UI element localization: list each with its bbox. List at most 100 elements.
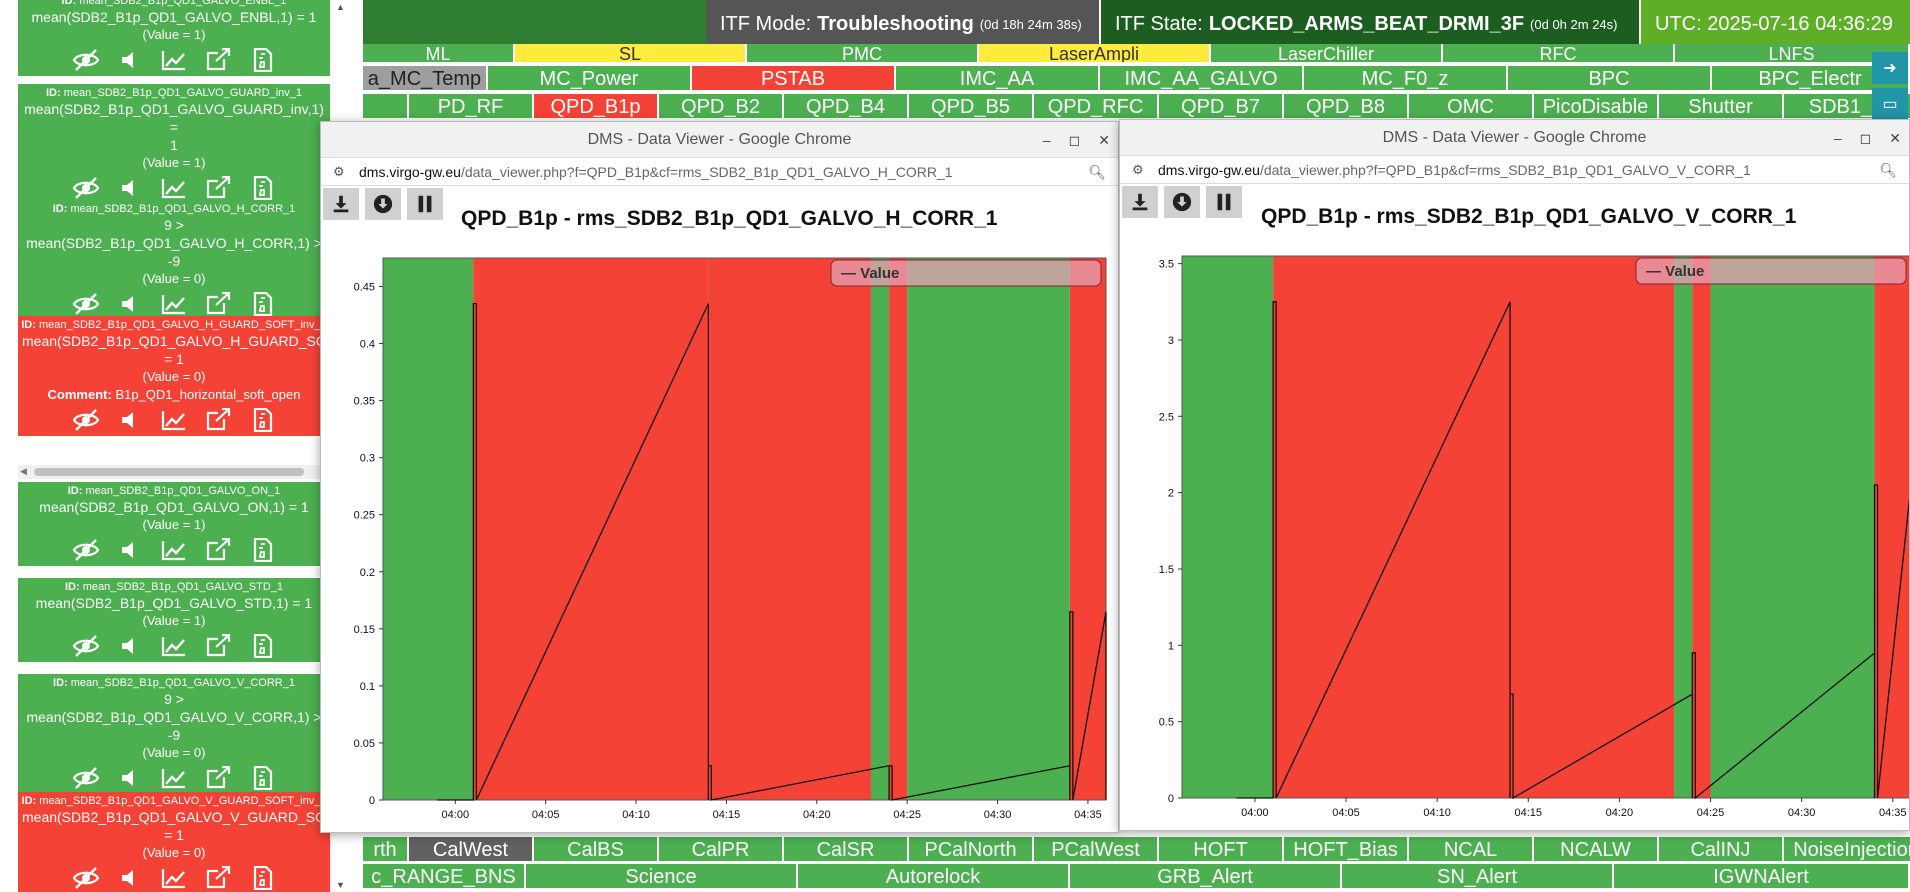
scrollbar-thumb[interactable] — [34, 468, 304, 476]
subsystem-tile-imc-aa[interactable]: IMC_AA — [896, 66, 1100, 92]
external-link-icon[interactable] — [203, 175, 233, 201]
chart-legend[interactable]: — Value — [830, 259, 1102, 287]
hide-icon[interactable] — [71, 47, 101, 73]
hide-icon[interactable] — [71, 765, 101, 791]
site-settings-icon[interactable]: ⚙ — [333, 158, 345, 186]
external-link-icon[interactable] — [203, 765, 233, 791]
report-icon[interactable] — [247, 175, 277, 201]
subsystem-tile-laserampli[interactable]: LaserAmpli — [979, 44, 1211, 64]
scroll-up-icon[interactable]: ▲ — [336, 2, 345, 12]
subsystem-tile-sn-alert[interactable]: SN_Alert — [1342, 864, 1614, 890]
mute-icon[interactable] — [115, 47, 145, 73]
hide-icon[interactable] — [71, 865, 101, 891]
subsystem-tile-autorelock[interactable]: Autorelock — [798, 864, 1070, 890]
maximize-icon[interactable]: ◻ — [1069, 122, 1081, 158]
report-icon[interactable] — [247, 537, 277, 563]
external-link-icon[interactable] — [203, 407, 233, 433]
trend-icon[interactable] — [159, 407, 189, 433]
report-icon[interactable] — [247, 47, 277, 73]
chart-legend[interactable]: — Value — [1635, 257, 1907, 285]
subsystem-tile-rth[interactable]: rth — [363, 837, 409, 863]
mute-icon[interactable] — [115, 407, 145, 433]
subsystem-tile-noiseinjection[interactable]: NoiseInjection — [1784, 837, 1910, 863]
close-icon[interactable]: ✕ — [1889, 120, 1901, 156]
external-link-icon[interactable] — [203, 537, 233, 563]
mute-icon[interactable] — [115, 765, 145, 791]
hide-icon[interactable] — [71, 537, 101, 563]
scroll-left-icon[interactable]: ◀ — [20, 466, 27, 477]
subsystem-tile-calinj[interactable]: CalINJ — [1659, 837, 1784, 863]
window-titlebar[interactable]: DMS - Data Viewer - Google Chrome – ◻ ✕ — [1120, 120, 1909, 156]
download-circle-icon[interactable] — [365, 188, 401, 220]
download-icon[interactable] — [323, 188, 359, 220]
report-icon[interactable] — [247, 407, 277, 433]
subsystem-tile-qpd-b7[interactable]: QPD_B7 — [1159, 94, 1284, 120]
minimize-icon[interactable]: – — [1834, 120, 1842, 156]
window-titlebar[interactable]: DMS - Data Viewer - Google Chrome – ◻ ✕ — [321, 122, 1118, 158]
mute-icon[interactable] — [115, 175, 145, 201]
external-link-icon[interactable] — [203, 633, 233, 659]
trend-icon[interactable] — [159, 291, 189, 317]
subsystem-tile-picodisable[interactable]: PicoDisable — [1534, 94, 1659, 120]
subsystem-tile-calpr[interactable]: CalPR — [659, 837, 784, 863]
pause-icon[interactable] — [1206, 186, 1242, 218]
subsystem-tile-shutter[interactable]: Shutter — [1659, 94, 1784, 120]
subsystem-tile-c-range-bns[interactable]: c_RANGE_BNS — [363, 864, 526, 890]
report-icon[interactable] — [247, 765, 277, 791]
subsystem-tile-pd-rf[interactable]: PD_RF — [409, 94, 534, 120]
subsystem-tile-calbs[interactable]: CalBS — [534, 837, 659, 863]
subsystem-tile-qpd-b2[interactable]: QPD_B2 — [659, 94, 784, 120]
subsystem-tile-mc-f0-z[interactable]: MC_F0_z — [1304, 66, 1508, 92]
subsystem-tile-qpd-rfc[interactable]: QPD_RFC — [1034, 94, 1159, 120]
report-icon[interactable] — [247, 291, 277, 317]
hide-icon[interactable] — [71, 407, 101, 433]
subsystem-tile-hoft[interactable]: HOFT — [1159, 837, 1284, 863]
subsystem-tile-ncalw[interactable]: NCALW — [1534, 837, 1659, 863]
external-link-icon[interactable] — [203, 291, 233, 317]
subsystem-tile-pcalwest[interactable]: PCalWest — [1034, 837, 1159, 863]
mute-icon[interactable] — [115, 537, 145, 563]
subsystem-tile-qpd-b8[interactable]: QPD_B8 — [1284, 94, 1409, 120]
trend-icon[interactable] — [159, 175, 189, 201]
mute-icon[interactable] — [115, 865, 145, 891]
site-settings-icon[interactable]: ⚙ — [1132, 156, 1144, 184]
login-icon[interactable]: ➜ — [1872, 52, 1908, 84]
subsystem-tile-mc-power[interactable]: MC_Power — [488, 66, 692, 92]
subsystem-tile-rfc[interactable]: RFC — [1443, 44, 1675, 64]
subsystem-tile-blank[interactable] — [363, 94, 409, 120]
trend-icon[interactable] — [159, 765, 189, 791]
close-icon[interactable]: ✕ — [1098, 122, 1110, 158]
subsystem-tile-omc[interactable]: OMC — [1409, 94, 1534, 120]
hide-icon[interactable] — [71, 291, 101, 317]
subsystem-tile-pmc[interactable]: PMC — [747, 44, 979, 64]
external-link-icon[interactable] — [203, 865, 233, 891]
zoom-icon[interactable]: 🔍︎ — [1879, 156, 1897, 184]
subsystem-tile-ml[interactable]: ML — [363, 44, 515, 64]
subsystem-tile-a-mc-temp[interactable]: a_MC_Temp — [363, 66, 488, 92]
report-icon[interactable] — [247, 633, 277, 659]
subsystem-tile-qpd-b4[interactable]: QPD_B4 — [784, 94, 909, 120]
subsystem-tile-sl[interactable]: SL — [515, 44, 747, 64]
mute-icon[interactable] — [115, 633, 145, 659]
trend-icon[interactable] — [159, 47, 189, 73]
subsystem-tile-ncal[interactable]: NCAL — [1409, 837, 1534, 863]
subsystem-tile-laserchiller[interactable]: LaserChiller — [1211, 44, 1443, 64]
trend-icon[interactable] — [159, 537, 189, 563]
trend-icon[interactable] — [159, 633, 189, 659]
subsystem-tile-science[interactable]: Science — [526, 864, 798, 890]
address-bar[interactable]: ⚙ dms.virgo-gw.eu/data_viewer.php?f=QPD_… — [1120, 156, 1909, 184]
download-circle-icon[interactable] — [1164, 186, 1200, 218]
hide-icon[interactable] — [71, 633, 101, 659]
subsystem-tile-qpd-b1p[interactable]: QPD_B1p — [534, 94, 659, 120]
maximize-icon[interactable]: ◻ — [1860, 120, 1872, 156]
download-icon[interactable] — [1122, 186, 1158, 218]
subsystem-tile-calwest[interactable]: CalWest — [409, 837, 534, 863]
subsystem-tile-pstab[interactable]: PSTAB — [692, 66, 896, 92]
subsystem-tile-qpd-b5[interactable]: QPD_B5 — [909, 94, 1034, 120]
subsystem-tile-hoft-bias[interactable]: HOFT_Bias — [1284, 837, 1409, 863]
subsystem-tile-imc-aa-galvo[interactable]: IMC_AA_GALVO — [1100, 66, 1304, 92]
monitor-icon[interactable]: ▭ — [1872, 88, 1908, 120]
scroll-down-icon[interactable]: ▼ — [336, 880, 345, 890]
zoom-icon[interactable]: 🔍︎ — [1088, 158, 1106, 186]
hide-icon[interactable] — [71, 175, 101, 201]
